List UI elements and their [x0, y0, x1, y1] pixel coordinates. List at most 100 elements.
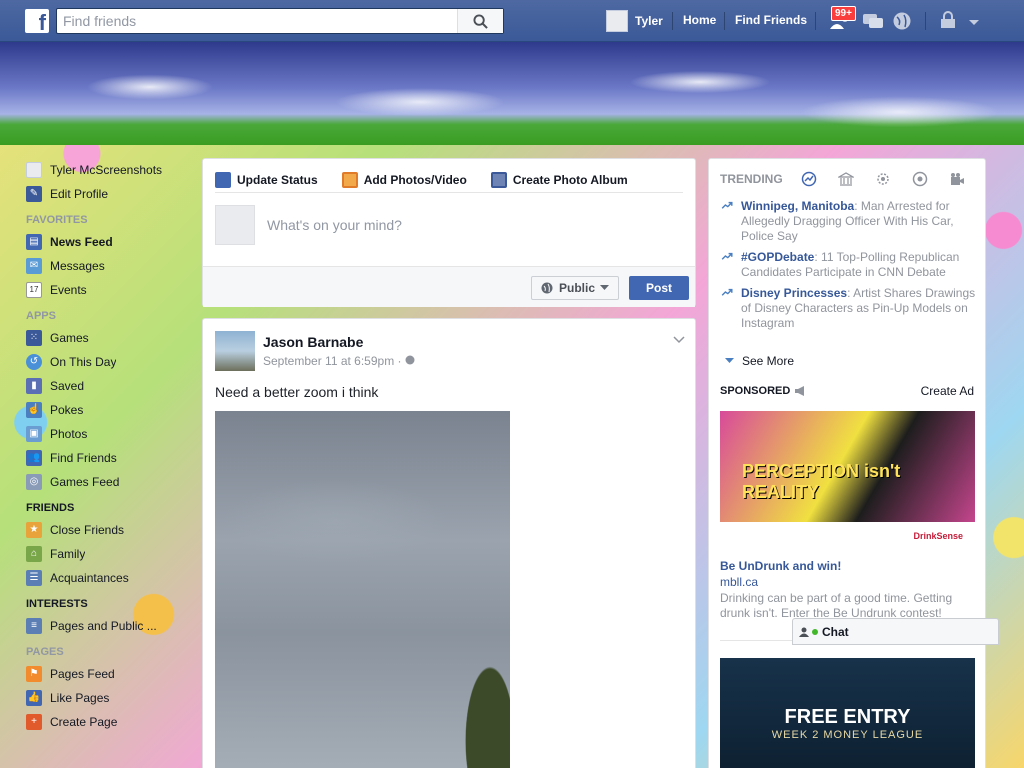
sidebar-item-create-page[interactable]: + Create Page	[26, 710, 186, 734]
trending-topic[interactable]: Disney Princesses	[741, 286, 847, 300]
sports-icon[interactable]	[912, 171, 928, 187]
events-icon: 17	[26, 282, 42, 298]
sidebar-item-pages-feed[interactable]: ⚑ Pages Feed	[26, 662, 186, 686]
trending-title: TRENDING	[720, 172, 783, 186]
tab-create-album[interactable]: Create Photo Album	[490, 167, 628, 192]
apps-heading: APPS	[26, 310, 56, 322]
trending-list: Winnipeg, Manitoba: Man Arrested for All…	[720, 199, 976, 337]
sidebar-item-find-friends[interactable]: 👥 Find Friends	[26, 446, 186, 470]
profile-link[interactable]: Tyler	[606, 10, 663, 32]
ad-image-2[interactable]: FREE ENTRY WEEK 2 MONEY LEAGUE	[720, 658, 975, 768]
sidebar-item-events[interactable]: 17 Events	[26, 278, 186, 302]
sidebar-item-label: Edit Profile	[50, 187, 109, 201]
facebook-logo[interactable]: f	[25, 9, 49, 33]
search-button[interactable]	[457, 9, 503, 33]
entertainment-icon[interactable]	[949, 171, 965, 187]
trending-item[interactable]: Winnipeg, Manitoba: Man Arrested for All…	[720, 199, 976, 244]
sidebar-item-acquaintances[interactable]: ☰ Acquaintances	[26, 566, 186, 590]
post-options-button[interactable]	[673, 333, 685, 347]
sidebar-item-news-feed[interactable]: ▤ News Feed	[26, 230, 186, 254]
search-icon	[473, 13, 488, 29]
saved-icon: ▮	[26, 378, 42, 394]
see-more-label: See More	[742, 354, 795, 368]
friends-heading: FRIENDS	[26, 502, 75, 514]
trending-topic[interactable]: Winnipeg, Manitoba	[741, 199, 854, 213]
avatar	[215, 205, 255, 245]
account-menu-button[interactable]	[968, 16, 980, 30]
tab-label: Update Status	[237, 172, 318, 187]
globe-icon	[541, 282, 553, 294]
megaphone-icon	[795, 386, 805, 396]
sidebar-item-label: Acquaintances	[50, 571, 129, 585]
avatar	[26, 162, 42, 178]
divider	[672, 12, 673, 30]
sidebar-item-pokes[interactable]: ☝ Pokes	[26, 398, 186, 422]
tab-update-status[interactable]: Update Status	[215, 167, 318, 192]
sidebar-item-label: Family	[50, 547, 86, 561]
sidebar-item-label: Like Pages	[50, 691, 110, 705]
chat-bar[interactable]: Chat	[792, 618, 999, 645]
notifications-button[interactable]	[892, 11, 912, 34]
close-friends-icon: ★	[26, 522, 42, 538]
pages-heading: PAGES	[26, 646, 64, 658]
photo-icon	[341, 171, 358, 188]
sidebar-item-edit-profile[interactable]: ✎ Edit Profile	[26, 182, 186, 206]
sidebar-item-photos[interactable]: ▣ Photos	[26, 422, 186, 446]
ad-title[interactable]: Be UnDrunk and win!	[720, 559, 841, 573]
sidebar-item-on-this-day[interactable]: ↺ On This Day	[26, 350, 186, 374]
avatar[interactable]	[215, 331, 255, 371]
sidebar-item-pages-public[interactable]: ≡ Pages and Public ...	[26, 614, 186, 638]
sidebar-item-like-pages[interactable]: 👍 Like Pages	[26, 686, 186, 710]
trend-arrow-icon	[721, 252, 733, 260]
sidebar-item-label: Pages and Public ...	[50, 619, 157, 633]
cover-photo	[0, 42, 1024, 145]
sidebar-item-games-feed[interactable]: ◎ Games Feed	[26, 470, 186, 494]
ad-url[interactable]: mbll.ca	[720, 575, 758, 589]
trending-item[interactable]: #GOPDebate: 11 Top-Polling Republican Ca…	[720, 250, 976, 280]
trending-top-icon[interactable]	[801, 171, 817, 187]
privacy-shortcuts-button[interactable]	[940, 11, 956, 32]
search-input[interactable]	[57, 9, 457, 33]
sidebar-item-games[interactable]: ⁙ Games	[26, 326, 186, 350]
right-sidebar: TRENDING Winnipeg, Manitoba: Man Arreste…	[708, 158, 986, 768]
avatar	[606, 10, 628, 32]
sidebar-item-close-friends[interactable]: ★ Close Friends	[26, 518, 186, 542]
science-icon[interactable]	[875, 171, 891, 187]
person-icon	[799, 627, 809, 637]
sidebar-item-messages[interactable]: ✉ Messages	[26, 254, 186, 278]
post-photo[interactable]	[215, 411, 510, 768]
sidebar-item-label: Saved	[50, 379, 85, 393]
trend-arrow-icon	[721, 201, 733, 209]
chat-label: Chat	[822, 624, 849, 639]
trending-item[interactable]: Disney Princesses: Artist Shares Drawing…	[720, 286, 976, 331]
trending-topic[interactable]: #GOPDebate	[741, 250, 814, 264]
see-more-link[interactable]: See More	[725, 354, 794, 368]
user-name: Tyler	[635, 14, 663, 28]
trending-header: TRENDING	[720, 171, 986, 187]
home-link[interactable]: Home	[683, 13, 716, 27]
left-sidebar: Tyler McScreenshots ✎ Edit Profile FAVOR…	[26, 158, 186, 734]
sidebar-item-profile[interactable]: Tyler McScreenshots	[26, 158, 186, 182]
composer-tabs: Update Status Add Photos/Video Create Ph…	[215, 167, 683, 193]
pencil-icon: ✎	[26, 186, 42, 202]
privacy-selector[interactable]: Public	[531, 276, 619, 300]
create-ad-link[interactable]: Create Ad	[921, 384, 974, 398]
post-button[interactable]: Post	[629, 276, 689, 300]
find-friends-link[interactable]: Find Friends	[735, 13, 807, 27]
lock-icon	[941, 11, 955, 28]
tab-add-photos[interactable]: Add Photos/Video	[341, 167, 467, 192]
acquaintances-icon: ☰	[26, 570, 42, 586]
sidebar-item-label: Photos	[50, 427, 88, 441]
interests-heading: INTERESTS	[26, 598, 88, 610]
ad-description: Drinking can be part of a good time. Get…	[720, 591, 953, 620]
politics-icon[interactable]	[837, 171, 854, 187]
status-input[interactable]: What's on your mind?	[267, 217, 402, 233]
ad-image[interactable]: PERCEPTION isn't REALITY DrinkSense	[720, 411, 975, 546]
post-timestamp[interactable]: September 11 at 6:59pm	[263, 354, 394, 368]
divider	[815, 12, 816, 30]
sidebar-item-family[interactable]: ⌂ Family	[26, 542, 186, 566]
messages-button[interactable]	[862, 11, 884, 34]
post-author[interactable]: Jason Barnabe	[263, 334, 363, 350]
sidebar-item-saved[interactable]: ▮ Saved	[26, 374, 186, 398]
status-composer: Update Status Add Photos/Video Create Ph…	[202, 158, 696, 307]
